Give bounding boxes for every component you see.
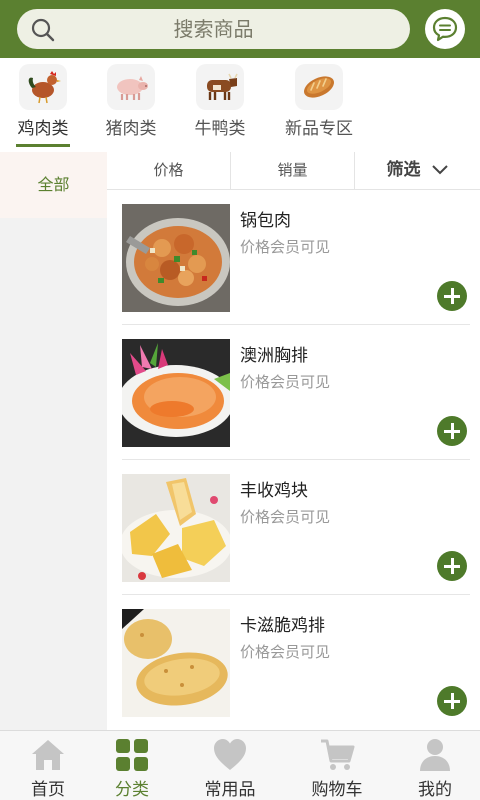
heart-icon — [214, 739, 246, 770]
sort-sales-label: 销量 — [277, 161, 308, 179]
sort-price-tab[interactable]: 价格 — [107, 152, 231, 189]
category-chicken[interactable]: 鸡肉类 — [13, 64, 73, 139]
tab-label: 分类 — [115, 780, 149, 800]
product-price-text: 价格会员可见 — [240, 508, 331, 526]
chat-bubble-icon — [432, 16, 458, 42]
product-image-chicken-nuggets — [122, 474, 230, 582]
cow-icon — [196, 64, 244, 110]
active-category-indicator — [16, 144, 70, 147]
category-new-products[interactable]: 新品专区 — [280, 64, 358, 139]
add-to-cart-button[interactable] — [437, 551, 467, 581]
message-button[interactable] — [425, 9, 465, 49]
product-item[interactable]: 丰收鸡块 价格会员可见 — [107, 460, 480, 595]
product-price-text: 价格会员可见 — [240, 373, 331, 391]
product-name: 卡滋脆鸡排 — [240, 616, 325, 636]
user-icon — [420, 739, 450, 771]
sort-bar: 价格 销量 筛选 — [107, 152, 480, 190]
product-name: 澳洲胸排 — [240, 346, 308, 366]
category-label: 鸡肉类 — [17, 119, 69, 139]
rooster-icon — [19, 64, 67, 110]
top-header: 搜索商品 — [0, 0, 480, 58]
sort-sales-tab[interactable]: 销量 — [231, 152, 355, 189]
tab-home[interactable]: 首页 — [0, 731, 96, 800]
product-image-chicken-breast — [122, 339, 230, 447]
add-to-cart-button[interactable] — [437, 281, 467, 311]
category-label: 新品专区 — [285, 119, 353, 139]
add-to-cart-button[interactable] — [437, 416, 467, 446]
cart-icon — [321, 739, 355, 770]
chevron-down-icon — [432, 165, 449, 175]
search-input[interactable]: 搜索商品 — [17, 9, 410, 49]
product-image-fried-pork — [122, 204, 230, 312]
tab-label: 首页 — [31, 780, 65, 800]
product-list: 锅包肉 价格会员可见 澳洲胸排 价格会员可见 丰收鸡块 价格会员可见 卡滋脆鸡排… — [107, 190, 480, 730]
bottom-tab-bar: 首页 分类 常用品 购物车 我的 — [0, 730, 480, 800]
category-label: 牛鸭类 — [194, 119, 246, 139]
subcategory-sidebar: 全部 — [0, 152, 107, 730]
filter-button[interactable]: 筛选 — [355, 152, 480, 189]
pig-icon — [107, 64, 155, 110]
filter-label: 筛选 — [386, 160, 421, 180]
product-item[interactable]: 锅包肉 价格会员可见 — [107, 190, 480, 325]
product-name: 丰收鸡块 — [240, 481, 308, 501]
bread-icon — [295, 64, 343, 110]
category-pork[interactable]: 猪肉类 — [101, 64, 161, 139]
product-price-text: 价格会员可见 — [240, 238, 331, 256]
tab-favorites[interactable]: 常用品 — [182, 731, 278, 800]
category-label: 猪肉类 — [105, 119, 157, 139]
category-beef-duck[interactable]: 牛鸭类 — [190, 64, 250, 139]
search-placeholder: 搜索商品 — [173, 17, 254, 41]
tab-cart[interactable]: 购物车 — [289, 731, 385, 800]
product-price-text: 价格会员可见 — [240, 643, 331, 661]
sort-price-label: 价格 — [153, 161, 184, 179]
add-to-cart-button[interactable] — [437, 686, 467, 716]
product-name: 锅包肉 — [240, 211, 291, 231]
tab-label: 购物车 — [311, 780, 363, 800]
home-icon — [32, 740, 64, 770]
product-item[interactable]: 澳洲胸排 价格会员可见 — [107, 325, 480, 460]
tab-label: 常用品 — [204, 780, 256, 800]
product-image-crispy-fillet — [122, 609, 230, 717]
tab-category[interactable]: 分类 — [84, 731, 180, 800]
grid-icon — [116, 739, 148, 771]
category-strip: 鸡肉类 猪肉类 牛鸭类 新品专区 — [0, 58, 480, 152]
tab-label: 我的 — [418, 780, 452, 800]
sidebar-item-all[interactable]: 全部 — [0, 152, 107, 218]
product-item[interactable]: 卡滋脆鸡排 价格会员可见 — [107, 595, 480, 730]
tab-profile[interactable]: 我的 — [387, 731, 480, 800]
